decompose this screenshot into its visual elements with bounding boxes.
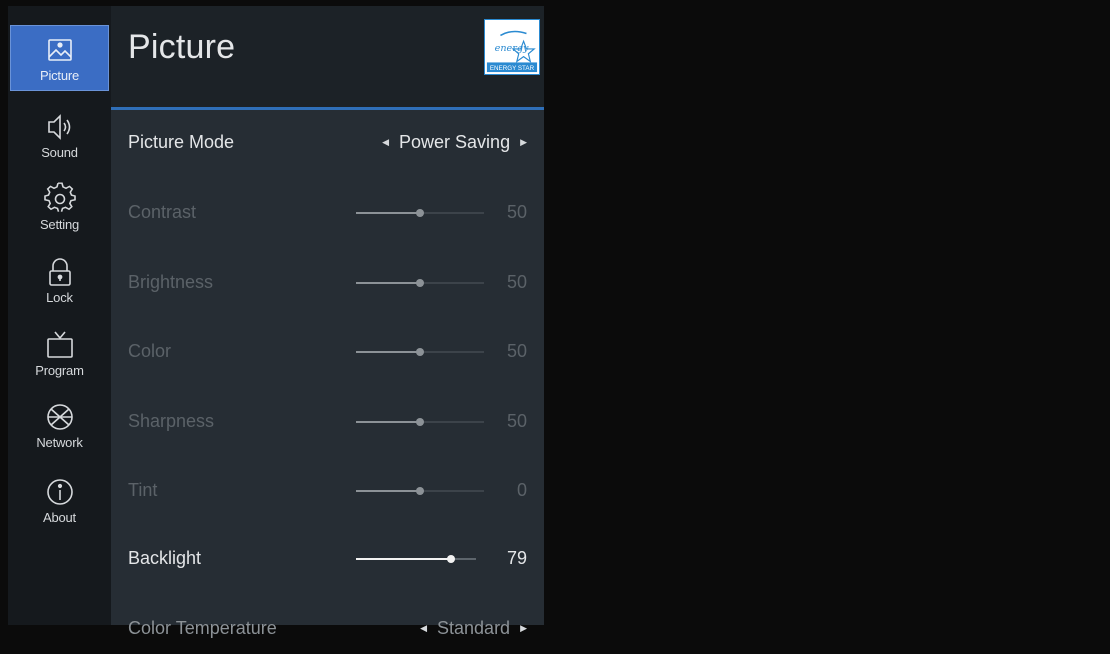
sharpness-value: 50 [506,411,527,431]
gear-icon [43,182,76,212]
sidebar-item-about[interactable]: About [8,466,111,534]
contrast-value: 50 [506,202,527,222]
panel-header: Picture energy ENERGY STAR [111,6,544,110]
sharpness-slider [356,418,484,426]
color-label: Color [128,341,172,361]
color-temperature-label: Color Temperature [128,618,277,638]
color-temperature-value: Standard [437,618,511,638]
slider-knob [416,487,424,495]
sidebar-item-label: Sound [41,145,78,160]
slider-knob [416,209,424,217]
brightness-value: 50 [506,272,527,292]
page-title: Picture [128,28,236,66]
tint-label: Tint [128,480,158,500]
color-row: Color 50 [111,327,544,377]
brightness-slider [356,279,484,287]
sidebar-item-label: About [43,510,76,525]
sidebar-item-label: Network [36,435,83,450]
arrow-right-icon[interactable]: ▶ [520,137,527,148]
sidebar-item-label: Program [35,363,84,378]
picture-icon [47,39,72,61]
header-divider [111,107,544,110]
sidebar-item-label: Setting [39,217,80,232]
tint-slider [356,487,484,495]
sidebar-item-setting[interactable]: Setting [8,173,111,241]
sidebar-item-sound[interactable]: Sound [8,101,111,169]
brightness-row: Brightness 50 [111,258,544,308]
lock-icon [48,258,71,286]
contrast-row: Contrast 50 [111,188,544,238]
backlight-value: 79 [506,548,527,568]
slider-knob [416,418,424,426]
color-slider [356,348,484,356]
backlight-slider[interactable] [356,555,476,563]
sidebar-item-picture[interactable]: Picture [10,25,109,91]
color-value: 50 [506,341,527,361]
speaker-icon [47,114,70,140]
arrow-left-icon[interactable]: ◀ [382,137,389,148]
sidebar-item-lock[interactable]: Lock [8,246,111,314]
svg-text:ENERGY STAR: ENERGY STAR [490,65,535,72]
tint-value: 0 [516,480,527,500]
contrast-slider [356,209,484,217]
tint-row: Tint 0 [111,466,544,516]
energy-star-logo: energy ENERGY STAR [484,19,540,75]
sharpness-row: Sharpness 50 [111,397,544,447]
info-icon [46,479,73,505]
picture-settings-panel: Picture energy ENERGY STAR Picture Mode … [111,6,544,638]
picture-mode-row[interactable]: Picture Mode ◀ Power Saving ▶ [111,118,544,168]
globe-icon [46,404,73,430]
brightness-label: Brightness [128,272,214,292]
slider-knob[interactable] [447,555,455,563]
picture-mode-label: Picture Mode [128,132,235,152]
picture-mode-selector[interactable]: ◀ Power Saving ▶ [382,132,527,153]
sidebar-item-program[interactable]: Program [8,319,111,387]
slider-knob [416,279,424,287]
color-temperature-row[interactable]: Color Temperature ◀ Standard ▶ [111,604,544,654]
backlight-row[interactable]: Backlight 79 [111,534,544,584]
sidebar-item-label: Lock [46,290,73,305]
sidebar-item-label: Picture [39,68,80,83]
sharpness-label: Sharpness [128,411,215,431]
tv-icon [46,331,73,358]
slider-knob [416,348,424,356]
sidebar-nav: Picture Sound Setting Lock Program Netwo… [8,6,111,625]
contrast-label: Contrast [128,202,197,222]
backlight-label: Backlight [128,548,202,568]
sidebar-item-network[interactable]: Network [8,391,111,459]
picture-mode-value: Power Saving [399,132,511,152]
color-temperature-selector[interactable]: ◀ Standard ▶ [420,618,527,639]
